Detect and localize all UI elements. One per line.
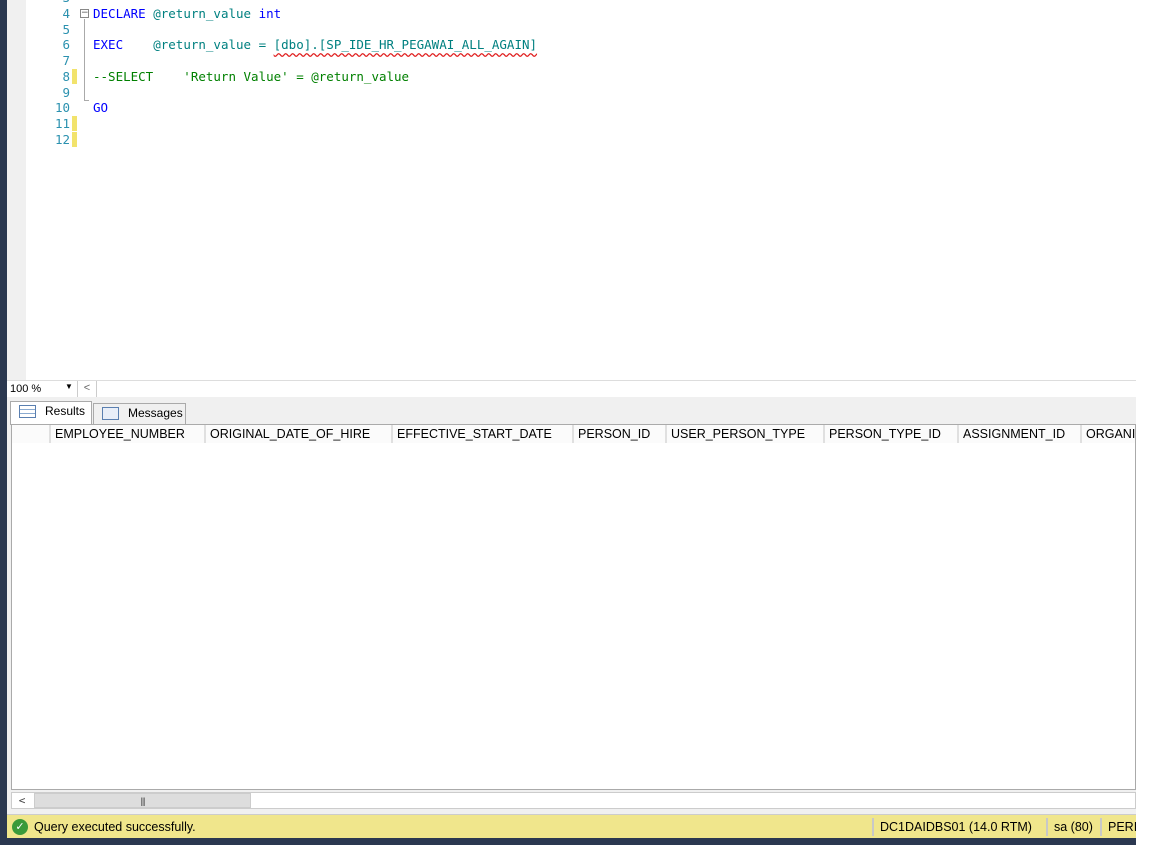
check-circle-icon: ✓ (12, 819, 28, 835)
window-left-border (0, 0, 7, 845)
code-token: [dbo].[SP_IDE_HR_PEGAWAI_ALL_AGAIN] (273, 37, 538, 53)
fold-guide (84, 19, 89, 101)
status-user: sa (80) (1046, 818, 1093, 836)
line-number: 3 (30, 0, 70, 5)
grid-header: EMPLOYEE_NUMBER ORIGINAL_DATE_OF_HIRE EFFE… (12, 425, 1135, 443)
column-header[interactable]: PERSON_TYPE_ID (825, 425, 959, 443)
code-token: @return_value = (123, 37, 274, 53)
line-number: 11 (54, 115, 70, 131)
column-header[interactable]: EMPLOYEE_NUMBER (51, 425, 206, 443)
line-number: 10 (54, 100, 70, 116)
horizontal-scrollbar[interactable]: < ||| (11, 792, 1136, 809)
query-editor[interactable] (26, 0, 1136, 380)
tab-messages[interactable]: Messages (93, 403, 186, 424)
results-grid[interactable]: EMPLOYEE_NUMBER ORIGINAL_DATE_OF_HIRE EFFE… (11, 424, 1136, 790)
collapse-icon[interactable]: − (80, 9, 89, 18)
scroll-left-button[interactable]: < (77, 381, 97, 397)
results-panel: Results Messages EMPLOYEE_NUMBER ORIGINAL… (7, 397, 1136, 814)
grid-icon (19, 405, 36, 418)
column-header[interactable]: USER_PERSON_TYPE (667, 425, 825, 443)
line-number: 5 (62, 21, 70, 37)
line-number: 12 (54, 131, 70, 147)
change-marker (72, 131, 77, 147)
window-bottom-border (0, 838, 1136, 845)
status-database: PERI (1100, 818, 1136, 836)
code-line[interactable]: --SELECT 'Return Value' = @return_value (93, 69, 409, 84)
column-header[interactable]: PERSON_ID (574, 425, 667, 443)
column-header[interactable]: ORIGINAL_DATE_OF_HIRE (206, 425, 393, 443)
code-line[interactable]: EXEC @return_value = [dbo].[SP_IDE_HR_PE… (93, 37, 537, 52)
change-marker (72, 68, 77, 84)
column-header[interactable]: EFFECTIVE_START_DATE (393, 425, 574, 443)
column-header[interactable]: ASSIGNMENT_ID (959, 425, 1082, 443)
line-number: 8 (62, 68, 70, 84)
line-number: 9 (62, 84, 70, 100)
tab-results-label: Results (45, 404, 86, 418)
status-bar: ✓ Query executed successfully. DC1DAIDBS… (7, 814, 1136, 838)
change-marker (72, 115, 77, 131)
tab-messages-label: Messages (128, 406, 183, 420)
code-token: @return_value (145, 6, 259, 21)
status-message: Query executed successfully. (34, 820, 196, 834)
code-token: int (258, 6, 282, 21)
code-line[interactable]: GO (93, 100, 108, 115)
status-server: DC1DAIDBS01 (14.0 RTM) (872, 818, 1032, 836)
line-number: 4 (62, 6, 70, 21)
editor-gutter (7, 0, 26, 380)
chevron-down-icon[interactable]: ▼ (65, 382, 73, 391)
code-token: GO (93, 100, 109, 116)
line-number: 7 (62, 53, 70, 69)
scroll-left-button[interactable]: < (12, 793, 32, 808)
line-number: 6 (62, 37, 70, 53)
code-line[interactable]: DECLARE @return_value int (93, 6, 281, 21)
code-token: EXEC (93, 37, 124, 53)
code-token: --SELECT 'Return Value' = @return_value (93, 68, 410, 84)
code-token: DECLARE (93, 6, 146, 21)
row-header-corner[interactable] (12, 425, 51, 443)
scrollbar-thumb[interactable]: ||| (34, 793, 251, 808)
messages-icon (102, 407, 119, 420)
zoom-bar: 100 % ▼ < (7, 380, 1136, 397)
column-header[interactable]: ORGANI (1082, 425, 1135, 443)
tab-results[interactable]: Results (10, 401, 92, 425)
